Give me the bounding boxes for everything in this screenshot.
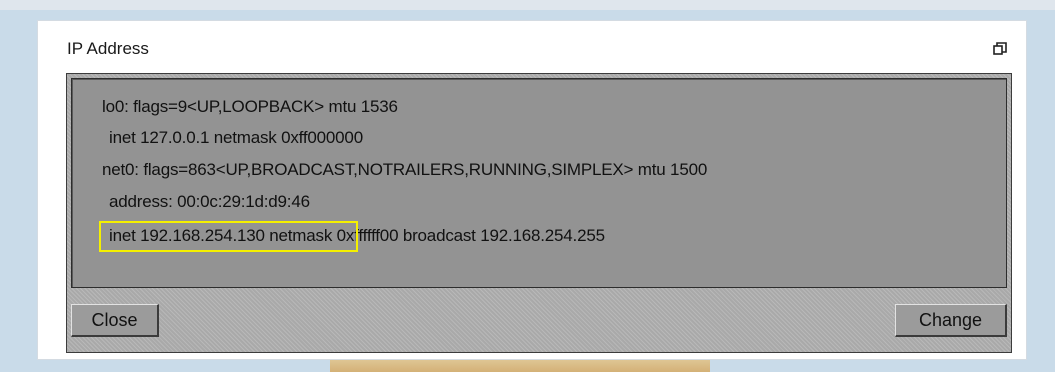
ip-address-dialog: IP Address lo0: flags=9<UP,LOOPBACK> mtu… bbox=[37, 20, 1027, 360]
restore-window-icon[interactable] bbox=[993, 42, 1007, 56]
interface-output-box: lo0: flags=9<UP,LOOPBACK> mtu 1536 inet … bbox=[71, 78, 1007, 288]
ip-highlight-box bbox=[99, 221, 358, 252]
desktop-top-strip bbox=[0, 0, 1055, 10]
close-button[interactable]: Close bbox=[71, 304, 159, 337]
output-line-net0-address: address: 00:0c:29:1d:d9:46 bbox=[109, 192, 310, 211]
output-line-lo0-inet: inet 127.0.0.1 netmask 0xff000000 bbox=[109, 128, 363, 147]
output-line-net0-flags: net0: flags=863<UP,BROADCAST,NOTRAILERS,… bbox=[102, 160, 708, 179]
dialog-title: IP Address bbox=[67, 39, 149, 58]
output-line-lo0-flags: lo0: flags=9<UP,LOOPBACK> mtu 1536 bbox=[102, 97, 398, 116]
ip-info-panel: lo0: flags=9<UP,LOOPBACK> mtu 1536 inet … bbox=[66, 73, 1012, 353]
change-button[interactable]: Change bbox=[895, 304, 1007, 337]
